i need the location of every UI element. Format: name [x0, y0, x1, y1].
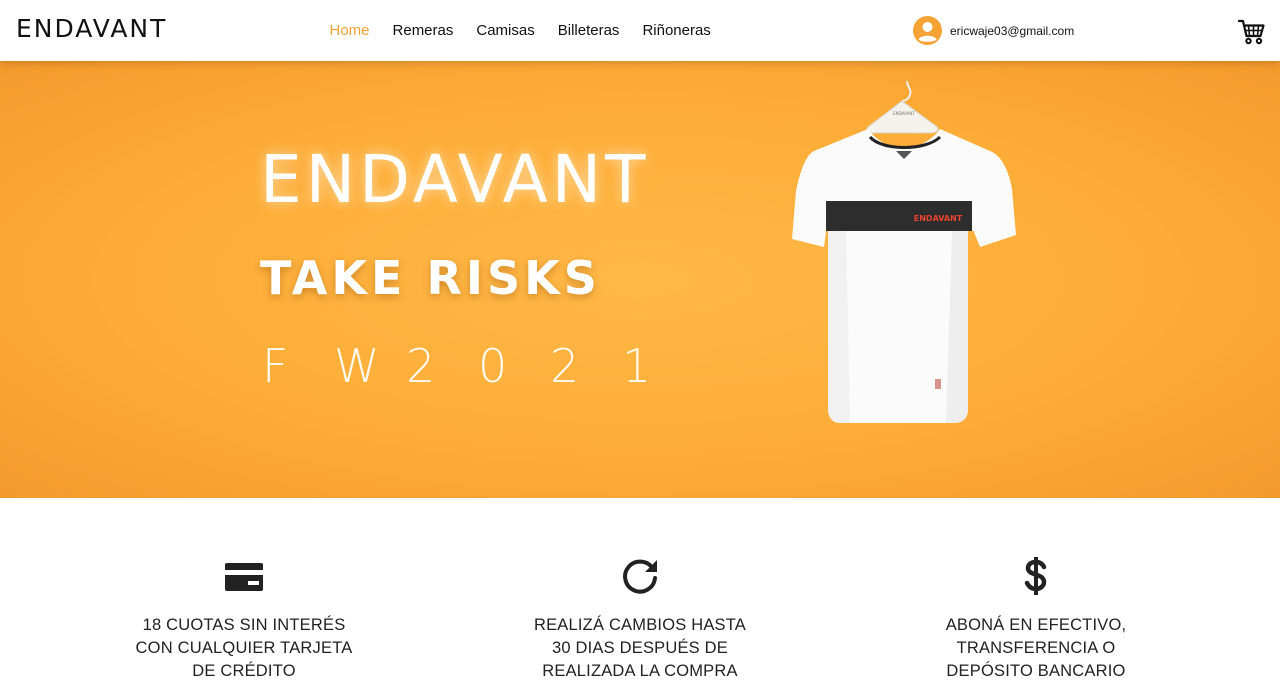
feature-line: ABONÁ EN EFECTIVO,: [945, 616, 1127, 634]
feature-text: REALIZÁ CAMBIOS HASTA 30 DIAS DESPUÉS DE…: [490, 614, 790, 683]
nav-item-rinoneras[interactable]: Riñoneras: [631, 2, 722, 60]
hanger-label: ENDAVANT: [893, 111, 915, 116]
hero-tagline: TAKE RISKS: [260, 251, 601, 305]
dollar-icon: [886, 556, 1186, 596]
refresh-icon: [490, 556, 790, 596]
feature-line: DE CRÉDITO: [192, 662, 296, 680]
season-char: 2: [550, 339, 580, 393]
feature-payment: ABONÁ EN EFECTIVO, TRANSFERENCIA O DEPÓS…: [886, 556, 1186, 683]
feature-text: ABONÁ EN EFECTIVO, TRANSFERENCIA O DEPÓS…: [886, 614, 1186, 683]
main-nav: Home Remeras Camisas Billeteras Riñonera…: [318, 0, 722, 61]
user-account[interactable]: ericwaje03@gmail.com: [913, 16, 1074, 45]
hero-banner[interactable]: ENDAVANT TAKE RISKS FW2021 ENDAVANT ENDA…: [0, 61, 1280, 498]
tshirt-product-image: ENDAVANT ENDAVANT: [790, 79, 1020, 429]
season-char: F: [262, 339, 289, 393]
season-char: 2: [406, 339, 436, 393]
credit-card-icon: [94, 556, 394, 596]
feature-exchanges: REALIZÁ CAMBIOS HASTA 30 DIAS DESPUÉS DE…: [490, 556, 790, 683]
user-circle-icon: [913, 16, 942, 45]
feature-line: TRANSFERENCIA O: [956, 639, 1116, 657]
season-char: 1: [622, 339, 652, 393]
hero-season-label: FW2021: [262, 339, 694, 393]
season-char: 0: [478, 339, 508, 393]
feature-line: REALIZADA LA COMPRA: [542, 662, 738, 680]
user-email: ericwaje03@gmail.com: [950, 23, 1075, 38]
feature-line: REALIZÁ CAMBIOS HASTA: [533, 616, 747, 634]
feature-line: DEPÓSITO BANCARIO: [946, 662, 1126, 680]
nav-item-remeras[interactable]: Remeras: [381, 2, 465, 60]
hero-brand-title: ENDAVANT: [260, 141, 650, 218]
nav-item-home[interactable]: Home: [318, 2, 381, 60]
top-header: ENDAVANT Home Remeras Camisas Billeteras…: [0, 0, 1280, 61]
feature-line: CON CUALQUIER TARJETA: [135, 639, 353, 657]
nav-item-billeteras[interactable]: Billeteras: [546, 2, 631, 60]
feature-line: 18 CUOTAS SIN INTERÉS: [142, 616, 346, 634]
cart-icon[interactable]: [1237, 19, 1266, 45]
nav-item-camisas[interactable]: Camisas: [465, 2, 546, 60]
feature-text: 18 CUOTAS SIN INTERÉS CON CUALQUIER TARJ…: [94, 614, 394, 683]
season-char: W: [334, 339, 380, 393]
feature-line: 30 DIAS DESPUÉS DE: [552, 639, 728, 657]
brand-logo[interactable]: ENDAVANT: [16, 14, 167, 43]
feature-installments: 18 CUOTAS SIN INTERÉS CON CUALQUIER TARJ…: [94, 556, 394, 683]
shirt-chest-logo: ENDAVANT: [914, 214, 963, 223]
